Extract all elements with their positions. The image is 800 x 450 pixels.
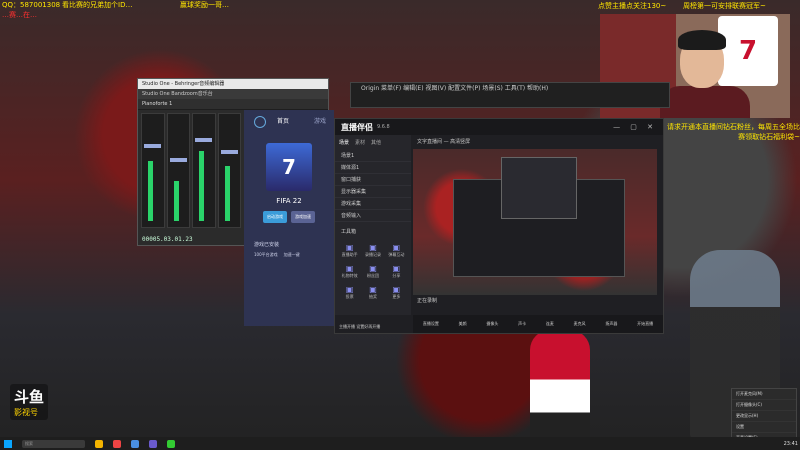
douyu-sub: 影视号 (14, 408, 38, 417)
app-icon[interactable] (113, 439, 121, 448)
fader-handle[interactable] (195, 138, 213, 142)
streaming-app-window[interactable]: 直播伴侣 9.6.8 — ▢ ✕ 场景 素材 其他 场景1 媒体源1 窗口捕获 … (334, 118, 664, 334)
ticker-message: 看比赛的兄弟加个ID… (62, 1, 133, 9)
douyu-watermark: 斗鱼 影视号 (10, 384, 49, 420)
mixer-strip[interactable] (141, 113, 165, 228)
football-player (530, 330, 590, 440)
ticker-follow: 点赞主播点关注130~ (598, 2, 667, 10)
streamer-hair (678, 30, 726, 50)
tool-item[interactable]: 分享 (386, 264, 407, 279)
origin-window-bar[interactable]: Origin 菜单(F) 编辑(E) 视图(V) 配置文件(P) 场景(S) 工… (350, 82, 670, 108)
ticker-weekly: 周榜第一可安排联赛冠军~ (683, 2, 766, 10)
app-name: 直播伴侣 (341, 122, 373, 132)
app-icon[interactable] (167, 439, 175, 448)
fan-announcement: 请求开通本直播间钻石粉丝，每周五全场比赛领取钻石福利袋~ (667, 123, 800, 141)
badge-accel[interactable]: 加速一键 (284, 252, 300, 258)
preview-canvas[interactable] (413, 149, 657, 295)
tab-material[interactable]: 素材 (355, 139, 365, 146)
start-live-button[interactable]: 开始直播 (637, 321, 653, 327)
bottom-item[interactable]: 麦克风 (574, 321, 586, 327)
app-footer: 主播开播 设置好再开播 (339, 324, 381, 329)
menu-item[interactable]: 更改显示(H) (732, 411, 796, 422)
tab-scene[interactable]: 场景 (339, 139, 349, 146)
taskbar-clock: 23:41 (783, 440, 798, 447)
fader-handle[interactable] (144, 144, 162, 148)
launch-game-button[interactable]: 启动游戏 (263, 211, 287, 223)
windows-start-icon[interactable] (4, 439, 12, 448)
fader-handle[interactable] (169, 158, 187, 162)
bottom-item[interactable]: 美颜 (459, 321, 467, 327)
record-status: 正在录制 (417, 298, 438, 304)
badge-platform[interactable]: 100平台游戏 (254, 252, 278, 258)
hanging-jersey: 7 (718, 16, 778, 86)
tool-item[interactable]: 更多 (386, 285, 407, 300)
nav-home[interactable]: 首页 (277, 116, 289, 125)
folder-icon[interactable] (95, 439, 103, 448)
bottom-item[interactable]: 扬声器 (605, 321, 617, 327)
origin-menu[interactable]: Origin 菜单(F) 编辑(E) 视图(V) 配置文件(P) 场景(S) 工… (351, 83, 669, 95)
mixer-strip[interactable] (192, 113, 216, 228)
nav-games[interactable]: 游戏 (314, 116, 326, 125)
taskbar-search[interactable]: 搜索 (22, 439, 85, 448)
time-counter: 00005.03.01.23 (142, 236, 193, 243)
douyu-logo: 斗鱼 (14, 388, 45, 406)
window-controls[interactable]: — ▢ ✕ (613, 123, 657, 131)
level-meter (148, 161, 154, 221)
browser-icon[interactable] (131, 439, 139, 448)
tool-item[interactable]: 弹幕互动 (386, 243, 407, 258)
game-launcher[interactable]: 首页 游戏 7 FIFA 22 启动游戏 游戏加速 游戏已安装 100平台游戏 … (244, 110, 334, 326)
menu-item[interactable]: 打开麦克风(M) (732, 389, 796, 400)
tools-label: 工具箱 (341, 229, 357, 235)
tool-item[interactable]: 投票 (339, 285, 360, 300)
daw-menu[interactable]: Studio One Bandzoom音乐台 (138, 89, 328, 99)
app-sidebar: 场景 素材 其他 场景1 媒体源1 窗口捕获 显示器采集 游戏采集 音频输入 工… (335, 135, 411, 315)
daw-toolbar[interactable]: Pianoforte 1 (138, 99, 328, 110)
taskbar: 搜索 23:41 (0, 437, 800, 450)
app-icon[interactable] (149, 439, 157, 448)
level-meter (224, 166, 230, 221)
source-item[interactable]: 游戏采集 (335, 198, 411, 210)
source-item[interactable]: 音频输入 (335, 210, 411, 222)
tool-item[interactable]: 直播助手 (339, 243, 360, 258)
level-meter (199, 151, 205, 221)
tool-item[interactable]: 礼物特效 (339, 264, 360, 279)
app-version: 9.6.8 (377, 124, 390, 130)
app-bottom-bar[interactable]: 直播设置 美颜 摄像头 声卡 连麦 麦克风 扬声器 开始直播 (413, 315, 663, 333)
ticker-reward: 赢球奖励一哥… (180, 1, 229, 9)
fader-handle[interactable] (220, 150, 238, 154)
tool-item[interactable]: 粉丝团 (362, 264, 383, 279)
game-title: FIFA 22 (276, 197, 302, 205)
tab-other[interactable]: 其他 (371, 139, 381, 146)
level-meter (173, 181, 179, 221)
ticker-line2: …赛…在… (2, 11, 37, 19)
mixer-strip[interactable] (217, 113, 241, 228)
menu-item[interactable]: 打开摄像头(C) (732, 400, 796, 411)
launcher-logo-icon (254, 116, 266, 128)
streamer-body (660, 86, 750, 118)
installed-section: 游戏已安装 (254, 242, 280, 248)
source-item[interactable]: 媒体源1 (335, 162, 411, 174)
menu-item[interactable]: 设置 (732, 422, 796, 433)
source-item[interactable]: 场景1 (335, 150, 411, 162)
bottom-item[interactable]: 声卡 (518, 321, 526, 327)
tools-grid[interactable]: 直播助手 录播记录 弹幕互动 礼物特效 粉丝团 分享 投票 抽奖 更多 (339, 243, 407, 300)
bottom-item[interactable]: 连麦 (546, 321, 554, 327)
daw-title: Studio One - Behringer音频编辑器 (138, 79, 328, 89)
game-cover[interactable]: 7 (266, 143, 312, 191)
source-item[interactable]: 显示器采集 (335, 186, 411, 198)
bottom-item[interactable]: 直播设置 (423, 321, 439, 327)
ticker-qq: QQ：587001308 (2, 1, 61, 9)
mixer-strip[interactable] (166, 113, 190, 228)
tool-item[interactable]: 录播记录 (362, 243, 383, 258)
accelerate-button[interactable]: 游戏加速 (291, 211, 315, 223)
bottom-item[interactable]: 摄像头 (486, 321, 498, 327)
preview-title: 文字直播间 — 高清竖屏 (417, 139, 471, 145)
tool-item[interactable]: 抽奖 (362, 285, 383, 300)
mixer-strips[interactable] (141, 113, 241, 228)
nested-preview-inner (501, 157, 577, 219)
source-item[interactable]: 窗口捕获 (335, 174, 411, 186)
